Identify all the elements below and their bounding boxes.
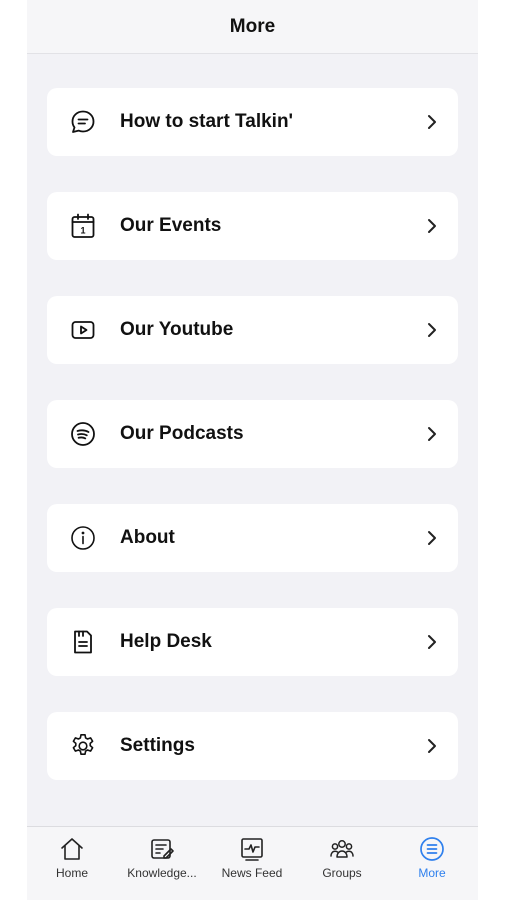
menu-item-help-desk[interactable]: Help Desk [47,608,458,676]
tab-label: Groups [322,866,362,880]
tab-groups[interactable]: Groups [297,827,387,900]
chevron-right-icon [422,320,442,340]
youtube-icon [69,316,97,344]
news-feed-icon [238,835,266,863]
knowledge-icon [148,835,176,863]
calendar-day-text: 1 [80,226,85,236]
chevron-right-icon [422,216,442,236]
spotify-icon [69,420,97,448]
chevron-right-icon [422,112,442,132]
tab-bar: Home Knowledge... News Feed Groups More [27,826,478,900]
chevron-right-icon [422,736,442,756]
menu-item-our-podcasts[interactable]: Our Podcasts [47,400,458,468]
menu-item-label: Our Events [120,215,222,236]
menu-item-settings[interactable]: Settings [47,712,458,780]
menu-item-label: Settings [120,735,195,756]
groups-icon [328,835,356,863]
tab-more[interactable]: More [387,827,477,900]
tab-home[interactable]: Home [27,827,117,900]
tab-label: Knowledge... [127,866,197,880]
menu-item-label: Help Desk [120,631,212,652]
tab-label: Home [55,866,88,880]
chat-icon [69,108,97,136]
home-icon [58,835,86,863]
chevron-right-icon [422,632,442,652]
menu-item-how-to-start[interactable]: How to start Talkin' [47,88,458,156]
tab-label: News Feed [221,866,283,880]
tab-label: More [418,866,446,880]
calendar-icon: 1 [69,212,97,240]
more-list-icon [418,835,446,863]
tab-news-feed[interactable]: News Feed [207,827,297,900]
tab-knowledge[interactable]: Knowledge... [117,827,207,900]
menu-item-our-events[interactable]: 1 Our Events [47,192,458,260]
page-title: More [229,15,276,37]
chevron-right-icon [422,528,442,548]
app-screen: More How to start Talkin' 1 Our Events O… [27,0,478,900]
navigation-header: More [27,0,478,54]
menu-item-our-youtube[interactable]: Our Youtube [47,296,458,364]
menu-item-label: About [120,527,175,548]
chevron-right-icon [422,424,442,444]
gear-icon [69,732,97,760]
menu-item-about[interactable]: About [47,504,458,572]
document-icon [69,628,97,656]
menu-item-label: Our Podcasts [120,423,244,444]
info-icon [69,524,97,552]
menu-item-label: Our Youtube [120,319,234,340]
menu-item-label: How to start Talkin' [120,111,294,132]
